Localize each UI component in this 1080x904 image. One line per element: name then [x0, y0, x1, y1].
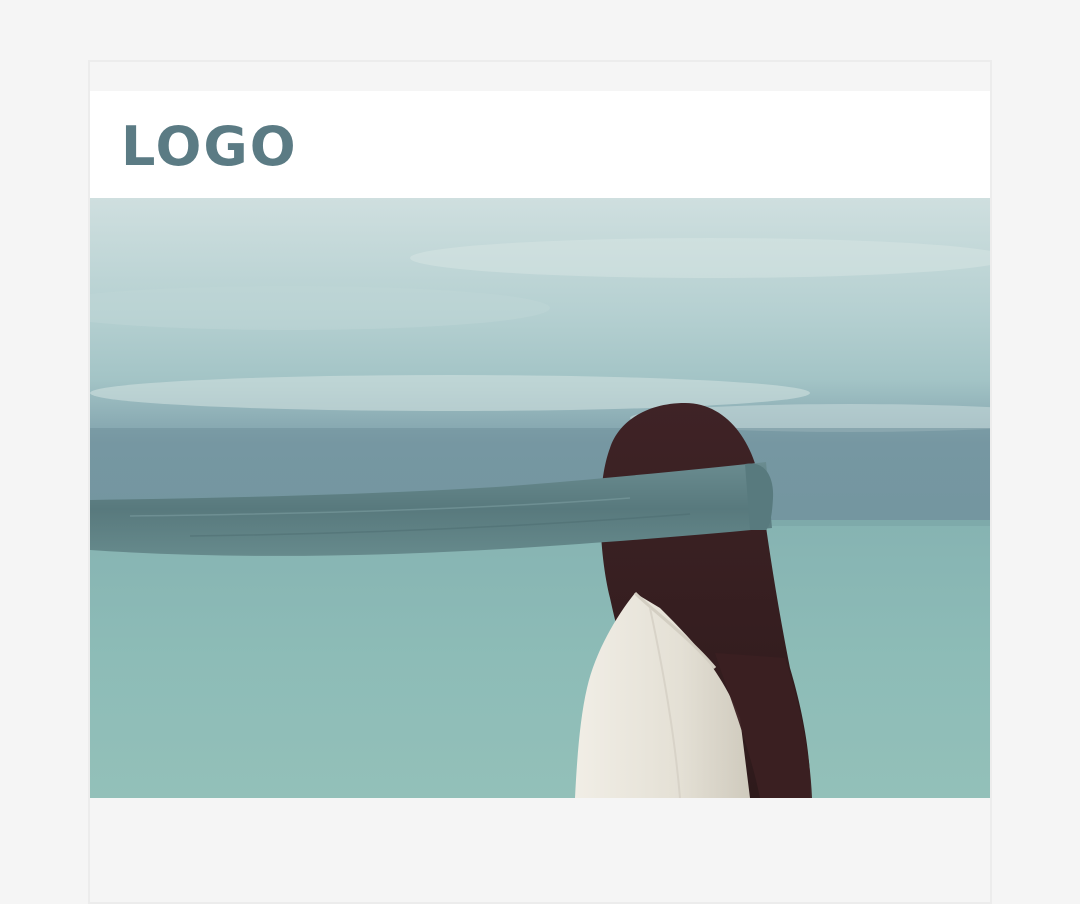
page-card: LOGO [88, 60, 992, 904]
site-logo[interactable]: LOGO [121, 120, 298, 174]
content-area [90, 798, 990, 902]
site-header: LOGO [90, 91, 990, 198]
cloud-streak [410, 238, 990, 278]
sea [90, 520, 990, 798]
hero-image [90, 198, 990, 798]
hero-photo [90, 198, 990, 798]
